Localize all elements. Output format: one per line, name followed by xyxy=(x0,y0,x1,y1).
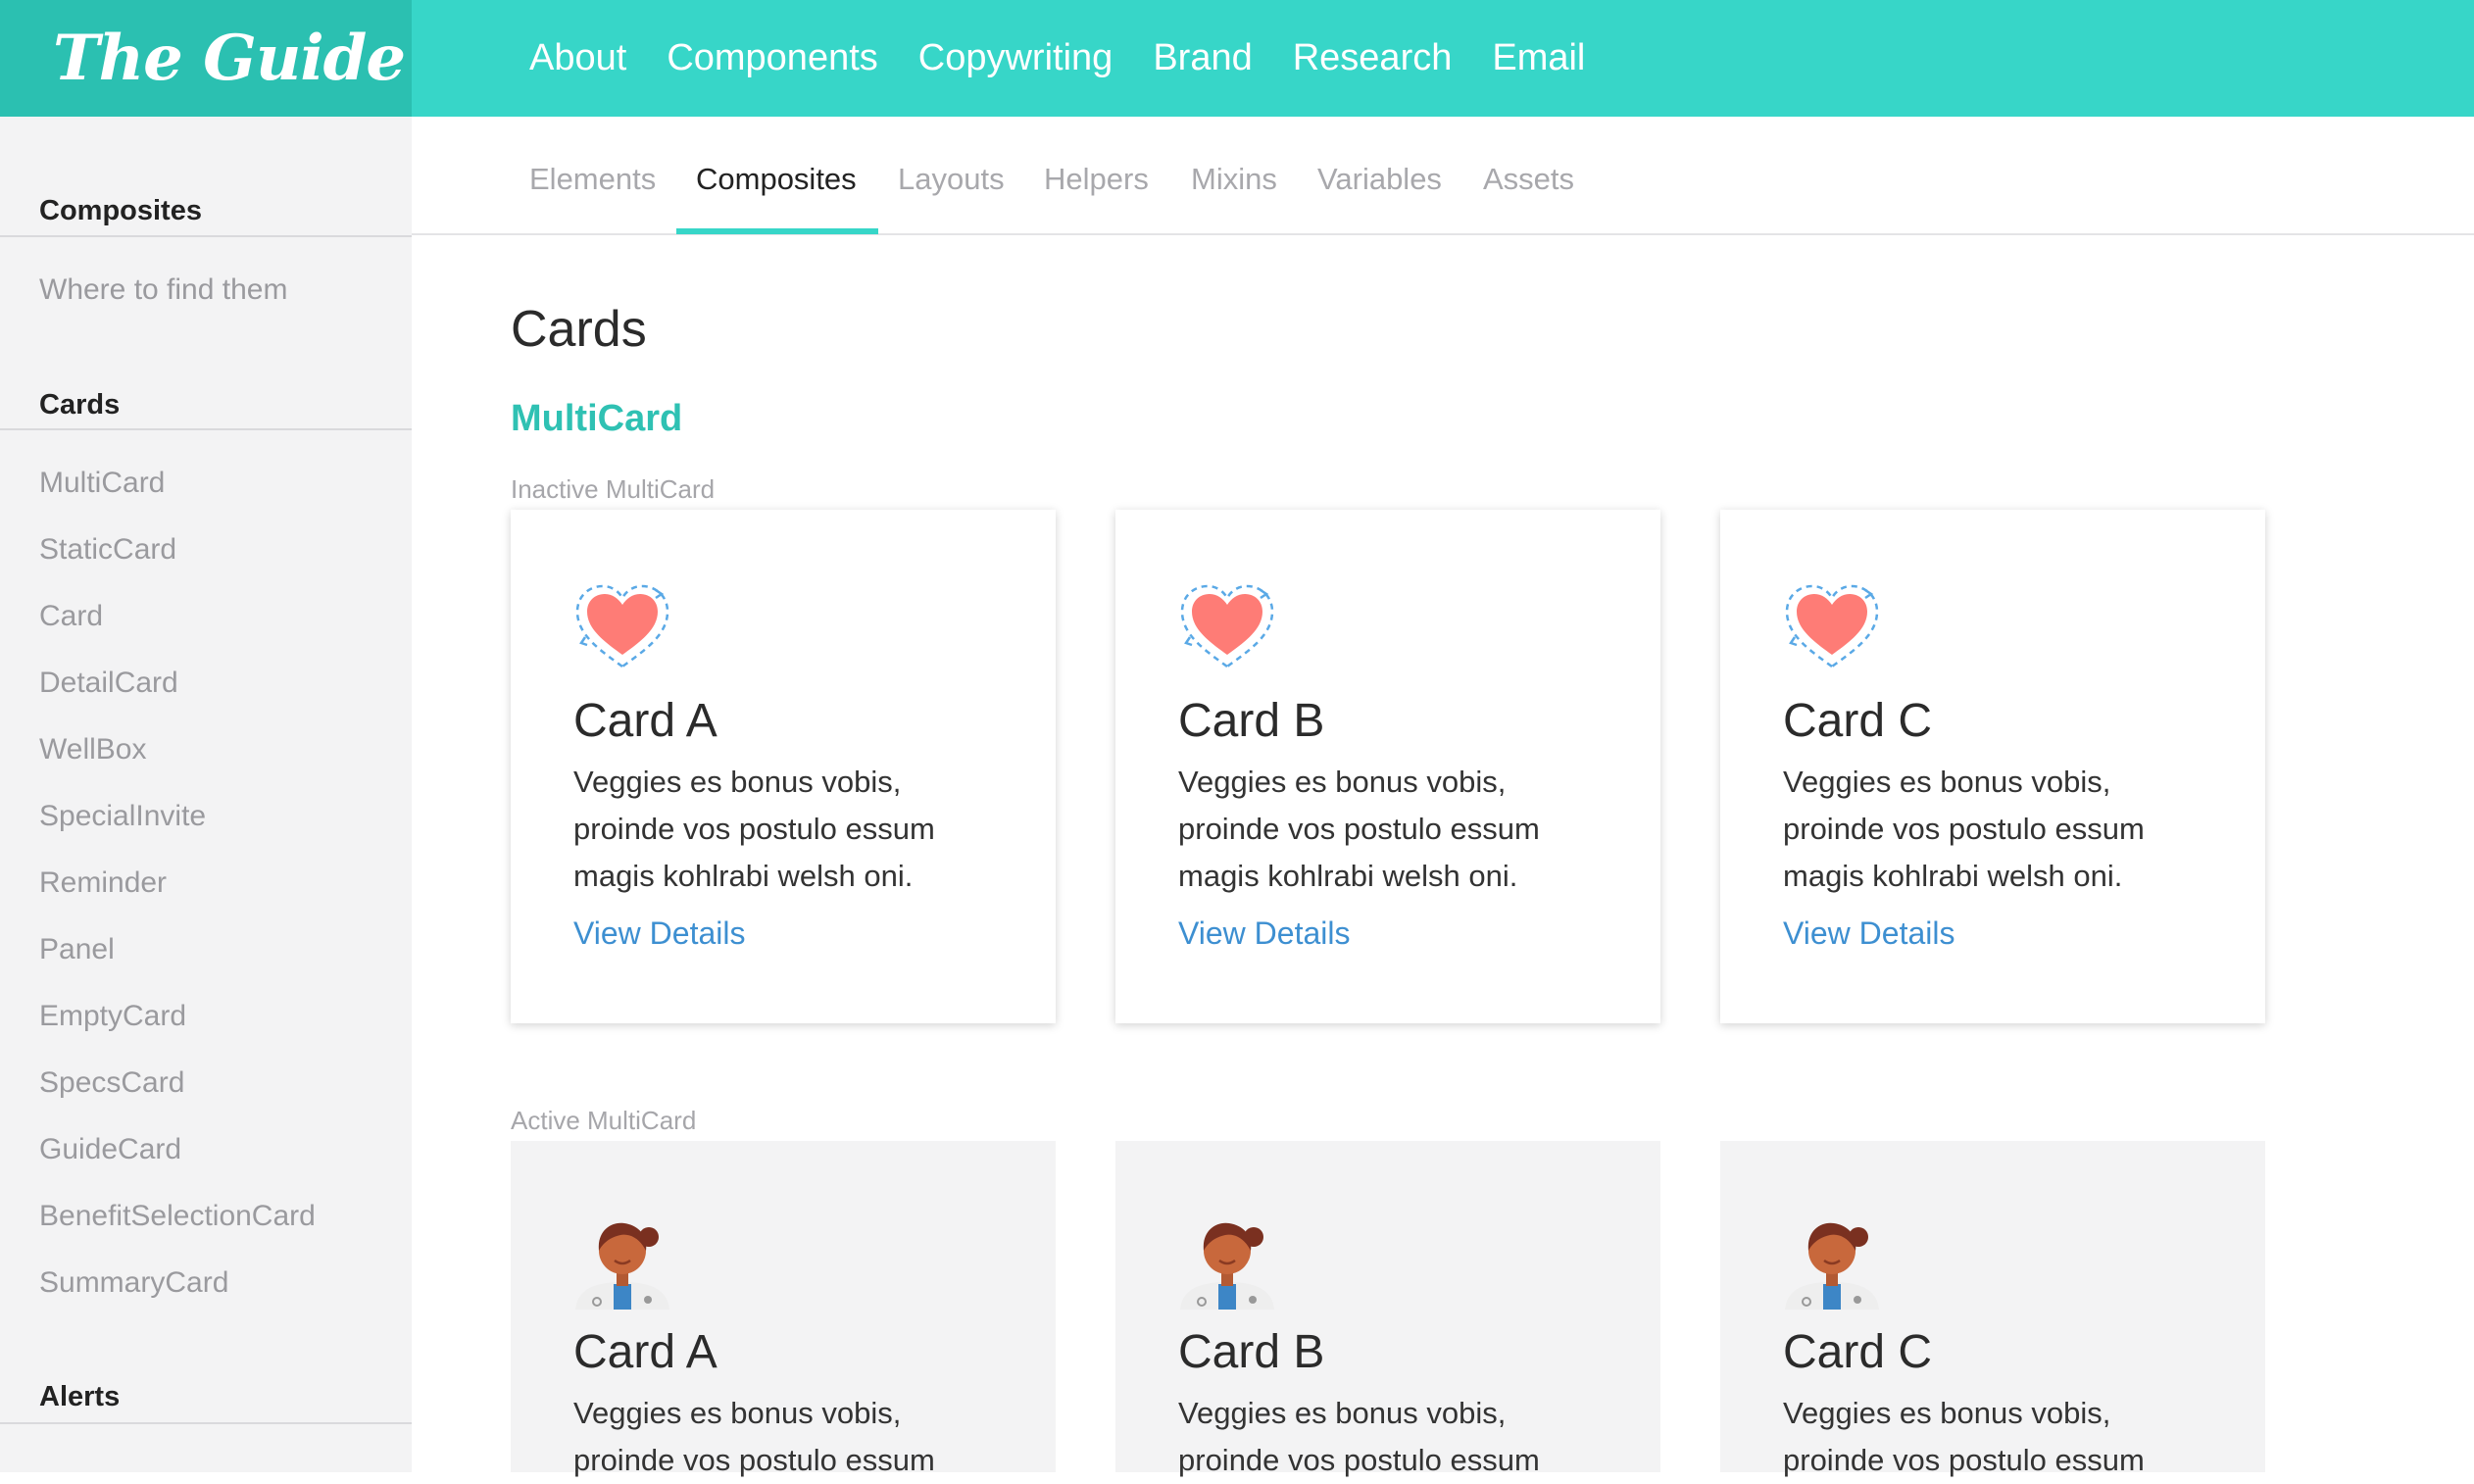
tab-assets[interactable]: Assets xyxy=(1483,162,1574,197)
multicard-active-c[interactable]: Card C Veggies es bonus vobis, proinde v… xyxy=(1720,1141,2265,1477)
logo[interactable]: The Guide xyxy=(53,22,406,95)
sidebar-item-reminder[interactable]: Reminder xyxy=(39,866,167,900)
nav-about[interactable]: About xyxy=(529,37,626,79)
sidebar-item-summarycard[interactable]: SummaryCard xyxy=(39,1266,228,1300)
card-body: Veggies es bonus vobis, proinde vos post… xyxy=(573,765,935,893)
sidebar-item-multicard[interactable]: MultiCard xyxy=(39,467,165,500)
sidebar-divider xyxy=(0,428,412,430)
card-body: Veggies es bonus vobis, proinde vos post… xyxy=(573,1396,935,1477)
sidebar-item-wellbox[interactable]: WellBox xyxy=(39,733,146,767)
nav-copywriting[interactable]: Copywriting xyxy=(918,37,1113,79)
sidebar-item-detailcard[interactable]: DetailCard xyxy=(39,667,178,700)
card-title: Card C xyxy=(1783,1326,1933,1378)
doctor-avatar-icon xyxy=(1180,1222,1274,1310)
sidebar-item-staticcard[interactable]: StaticCard xyxy=(39,533,176,567)
sidebar: Composites Where to find them Cards Mult… xyxy=(0,117,412,1472)
sidebar-item-specialinvite[interactable]: SpecialInvite xyxy=(39,800,206,833)
sidebar-heading-alerts: Alerts xyxy=(39,1381,121,1412)
sidebar-item-benefitselectioncard[interactable]: BenefitSelectionCard xyxy=(39,1200,316,1233)
tab-composites[interactable]: Composites xyxy=(696,162,857,197)
multicard-inactive-c[interactable]: Card C Veggies es bonus vobis, proinde v… xyxy=(1720,510,2265,1023)
view-details-link[interactable]: View Details xyxy=(1178,915,1350,952)
sidebar-item-emptycard[interactable]: EmptyCard xyxy=(39,1000,186,1033)
multicard-active-a[interactable]: Card A Veggies es bonus vobis, proinde v… xyxy=(511,1141,1056,1477)
sidebar-divider xyxy=(0,1422,412,1424)
card-title: Card B xyxy=(1178,695,1325,747)
view-details-link[interactable]: View Details xyxy=(1783,915,1954,952)
doctor-avatar-icon xyxy=(1785,1222,1879,1310)
tab-mixins[interactable]: Mixins xyxy=(1191,162,1277,197)
card-title: Card A xyxy=(573,695,717,747)
sidebar-divider xyxy=(0,235,412,237)
multicard-inactive-b[interactable]: Card B Veggies es bonus vobis, proinde v… xyxy=(1115,510,1660,1023)
sidebar-item-specscard[interactable]: SpecsCard xyxy=(39,1066,184,1100)
sidebar-heading-cards: Cards xyxy=(39,389,121,420)
multicard-active-b[interactable]: Card B Veggies es bonus vobis, proinde v… xyxy=(1115,1141,1660,1477)
logo-area[interactable]: The Guide xyxy=(0,0,412,117)
tab-variables[interactable]: Variables xyxy=(1317,162,1442,197)
card-title: Card B xyxy=(1178,1326,1325,1378)
nav-research[interactable]: Research xyxy=(1293,37,1453,79)
multicard-inactive-a[interactable]: Card A Veggies es bonus vobis, proinde v… xyxy=(511,510,1056,1023)
nav-email[interactable]: Email xyxy=(1492,37,1585,79)
card-title: Card C xyxy=(1783,695,1933,747)
heart-icon xyxy=(1180,584,1274,668)
sidebar-heading-composites: Composites xyxy=(39,195,202,226)
active-multicard-label: Active MultiCard xyxy=(511,1106,697,1135)
section-title-multicard: MultiCard xyxy=(511,398,683,439)
doctor-avatar-icon xyxy=(575,1222,669,1310)
sidebar-item-guidecard[interactable]: GuideCard xyxy=(39,1133,181,1166)
sidebar-item-card[interactable]: Card xyxy=(39,600,103,633)
nav-components[interactable]: Components xyxy=(667,37,877,79)
view-details-link[interactable]: View Details xyxy=(573,915,745,952)
tab-layouts[interactable]: Layouts xyxy=(898,162,1005,197)
card-body: Veggies es bonus vobis, proinde vos post… xyxy=(1783,1396,2145,1477)
top-navigation-bar: The Guide About Components Copywriting B… xyxy=(0,0,2474,117)
inactive-multicard-label: Inactive MultiCard xyxy=(511,474,716,504)
active-tab-indicator xyxy=(676,228,878,234)
heart-icon xyxy=(1785,584,1879,668)
card-body: Veggies es bonus vobis, proinde vos post… xyxy=(1178,765,1540,893)
page-title: Cards xyxy=(511,301,647,358)
tab-elements[interactable]: Elements xyxy=(529,162,656,197)
sidebar-item-where-to-find-them[interactable]: Where to find them xyxy=(39,273,287,307)
sidebar-item-panel[interactable]: Panel xyxy=(39,933,115,966)
card-title: Card A xyxy=(573,1326,717,1378)
card-body: Veggies es bonus vobis, proinde vos post… xyxy=(1178,1396,1540,1477)
nav-brand[interactable]: Brand xyxy=(1153,37,1252,79)
card-body: Veggies es bonus vobis, proinde vos post… xyxy=(1783,765,2145,893)
sub-navigation: Elements Composites Layouts Helpers Mixi… xyxy=(412,117,2474,235)
main-nav: About Components Copywriting Brand Resea… xyxy=(529,0,1625,117)
tab-helpers[interactable]: Helpers xyxy=(1044,162,1149,197)
heart-icon xyxy=(575,584,669,668)
